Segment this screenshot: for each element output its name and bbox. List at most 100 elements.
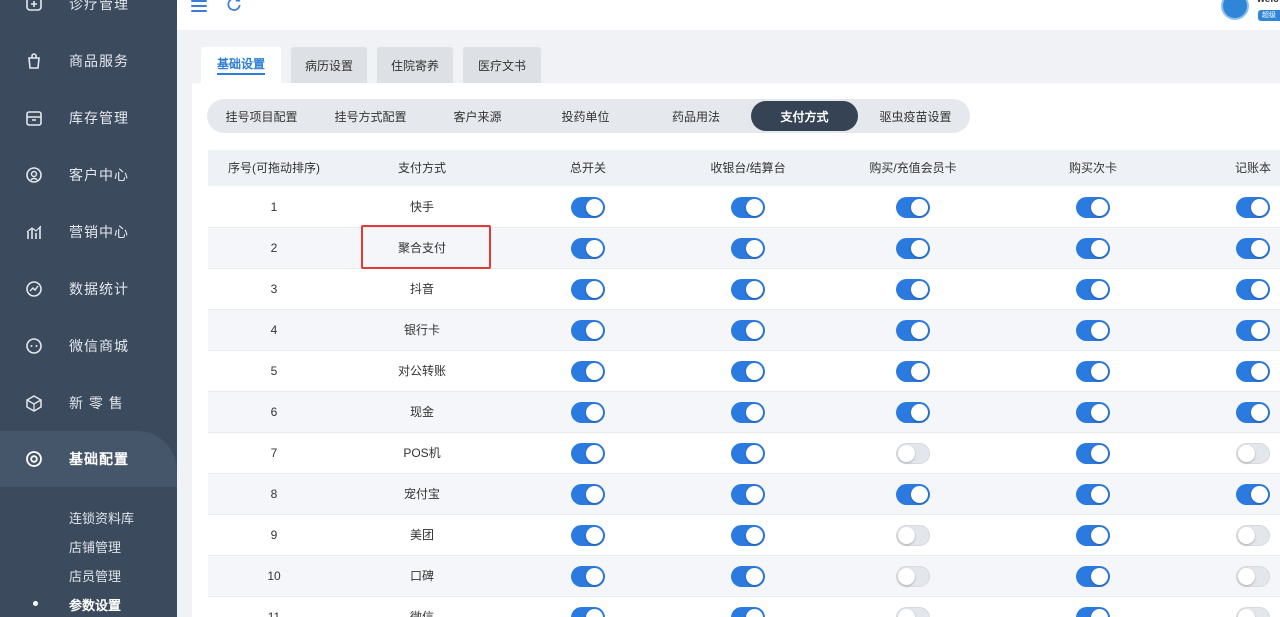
toggle-switch[interactable] xyxy=(1236,320,1270,341)
toggle-switch[interactable] xyxy=(896,443,930,464)
sidebar-item-label: 营销中心 xyxy=(69,224,129,240)
toggle-switch[interactable] xyxy=(1236,566,1270,587)
toggle-switch[interactable] xyxy=(1076,279,1110,300)
toggle-switch[interactable] xyxy=(896,279,930,300)
toggle-switch[interactable] xyxy=(1236,525,1270,546)
sidebar-item[interactable]: 数据统计 xyxy=(0,261,177,317)
tab-basic-settings[interactable]: 基础设置 xyxy=(201,47,281,83)
column-header: 购买/充值会员卡 xyxy=(869,161,957,175)
submenu-item[interactable]: 店铺管理 xyxy=(69,537,121,556)
toggle-switch[interactable] xyxy=(731,525,765,546)
toggle-switch[interactable] xyxy=(731,197,765,218)
tab-medical-record-settings[interactable]: 病历设置 xyxy=(291,47,367,83)
toggle-switch[interactable] xyxy=(571,238,605,259)
table-row[interactable]: 9 美团 xyxy=(208,515,1280,556)
toggle-switch[interactable] xyxy=(731,402,765,423)
toggle-switch[interactable] xyxy=(1076,525,1110,546)
toggle-switch[interactable] xyxy=(896,238,930,259)
toggle-switch[interactable] xyxy=(731,443,765,464)
toggle-switch[interactable] xyxy=(731,607,765,617)
toggle-switch[interactable] xyxy=(896,197,930,218)
sidebar-item[interactable]: 客户中心 xyxy=(0,147,177,203)
table-row[interactable]: 10 口碑 xyxy=(208,556,1280,597)
subtab-customer-source[interactable]: 客户来源 xyxy=(425,99,530,133)
toggle-knob xyxy=(1238,568,1255,585)
toggle-switch[interactable] xyxy=(571,320,605,341)
tab-medical-documents[interactable]: 医疗文书 xyxy=(463,47,541,83)
subtab-registration-items[interactable]: 挂号项目配置 xyxy=(207,99,316,133)
toggle-knob xyxy=(898,568,915,585)
toggle-switch[interactable] xyxy=(896,484,930,505)
toggle-switch[interactable] xyxy=(571,566,605,587)
subtab-deworming-vaccine[interactable]: 驱虫疫苗设置 xyxy=(858,99,973,133)
row-index: 8 xyxy=(270,487,278,501)
toggle-switch[interactable] xyxy=(731,320,765,341)
toggle-switch[interactable] xyxy=(1236,238,1270,259)
submenu-item[interactable]: 参数设置 xyxy=(69,595,121,614)
toggle-switch[interactable] xyxy=(1236,607,1270,617)
toggle-switch[interactable] xyxy=(571,402,605,423)
menu-toggle-icon[interactable] xyxy=(191,0,207,12)
sidebar-item[interactable]: 诊疗管理 xyxy=(0,0,177,32)
subtab-registration-methods[interactable]: 挂号方式配置 xyxy=(316,99,425,133)
refresh-icon[interactable] xyxy=(227,0,241,16)
toggle-switch[interactable] xyxy=(731,238,765,259)
toggle-switch[interactable] xyxy=(896,607,930,617)
sidebar-item[interactable]: 商品服务 xyxy=(0,33,177,89)
toggle-switch[interactable] xyxy=(731,361,765,382)
toggle-switch[interactable] xyxy=(1236,443,1270,464)
sidebar-item[interactable]: 微信商城 xyxy=(0,318,177,374)
toggle-switch[interactable] xyxy=(571,361,605,382)
tab-hospitalization[interactable]: 住院寄养 xyxy=(377,47,453,83)
toggle-switch[interactable] xyxy=(731,484,765,505)
toggle-switch[interactable] xyxy=(896,402,930,423)
toggle-switch[interactable] xyxy=(1076,607,1110,617)
submenu-item[interactable]: 店员管理 xyxy=(69,566,121,585)
table-row[interactable]: 3 抖音 xyxy=(208,269,1280,310)
toggle-switch[interactable] xyxy=(571,197,605,218)
toggle-switch[interactable] xyxy=(1076,402,1110,423)
toggle-switch[interactable] xyxy=(1076,320,1110,341)
toggle-switch[interactable] xyxy=(1076,566,1110,587)
subtab-dosage-unit[interactable]: 投药单位 xyxy=(530,99,641,133)
table-row[interactable]: 11 微信 xyxy=(208,597,1280,617)
toggle-switch[interactable] xyxy=(571,443,605,464)
sidebar-item[interactable]: 新 零 售 xyxy=(0,375,177,431)
table-row[interactable]: 8 宠付宝 xyxy=(208,474,1280,515)
toggle-switch[interactable] xyxy=(1076,197,1110,218)
toggle-switch[interactable] xyxy=(896,361,930,382)
sidebar-item[interactable]: 营销中心 xyxy=(0,204,177,260)
toggle-switch[interactable] xyxy=(571,607,605,617)
current-dot-icon xyxy=(33,601,38,606)
toggle-switch[interactable] xyxy=(1236,484,1270,505)
table-row[interactable]: 1 快手 xyxy=(208,187,1280,228)
table-row[interactable]: 6 现金 xyxy=(208,392,1280,433)
submenu-item[interactable]: 连锁资料库 xyxy=(69,508,134,527)
toggle-switch[interactable] xyxy=(896,320,930,341)
toggle-switch[interactable] xyxy=(1236,402,1270,423)
table-row[interactable]: 7 POS机 xyxy=(208,433,1280,474)
subtab-payment-methods[interactable]: 支付方式 xyxy=(751,101,858,131)
toggle-switch[interactable] xyxy=(1236,279,1270,300)
avatar[interactable] xyxy=(1221,0,1249,20)
toggle-switch[interactable] xyxy=(1076,484,1110,505)
toggle-switch[interactable] xyxy=(1076,238,1110,259)
sidebar-item[interactable]: 基础配置 xyxy=(0,431,177,487)
toggle-switch[interactable] xyxy=(1076,443,1110,464)
toggle-switch[interactable] xyxy=(896,566,930,587)
bag-icon xyxy=(25,52,43,70)
toggle-switch[interactable] xyxy=(1236,197,1270,218)
sidebar-item[interactable]: 库存管理 xyxy=(0,90,177,146)
toggle-switch[interactable] xyxy=(571,525,605,546)
table-row[interactable]: 5 对公转账 xyxy=(208,351,1280,392)
row-index: 9 xyxy=(270,528,278,542)
toggle-switch[interactable] xyxy=(571,484,605,505)
toggle-switch[interactable] xyxy=(731,279,765,300)
toggle-switch[interactable] xyxy=(571,279,605,300)
subtab-drug-usage[interactable]: 药品用法 xyxy=(641,99,751,133)
table-row[interactable]: 4 银行卡 xyxy=(208,310,1280,351)
toggle-switch[interactable] xyxy=(896,525,930,546)
toggle-switch[interactable] xyxy=(1076,361,1110,382)
toggle-switch[interactable] xyxy=(731,566,765,587)
toggle-switch[interactable] xyxy=(1236,361,1270,382)
